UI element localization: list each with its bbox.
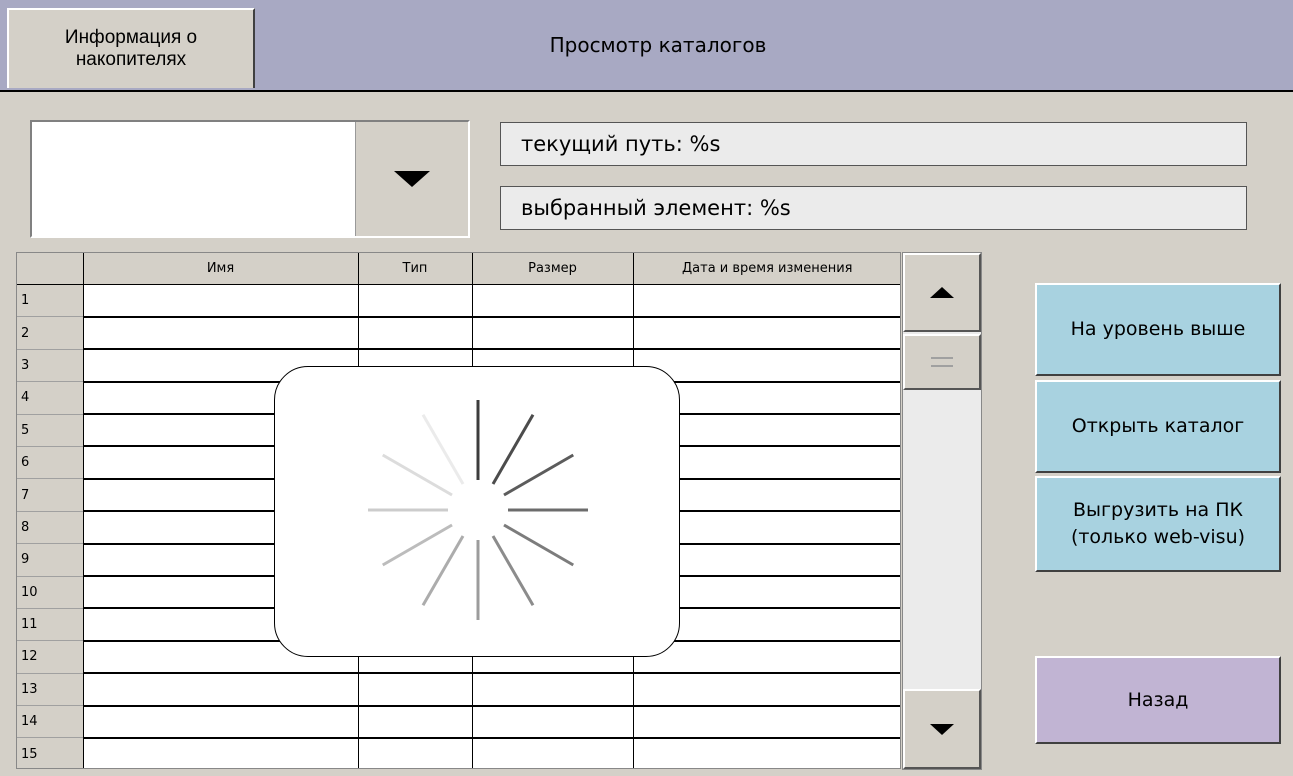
cell-size[interactable] bbox=[472, 316, 634, 351]
cell-size[interactable] bbox=[472, 284, 634, 318]
cell-type[interactable] bbox=[358, 705, 473, 739]
spinner-ray bbox=[503, 453, 575, 497]
scroll-up-button[interactable] bbox=[903, 253, 981, 332]
current-path-text: текущий путь: %s bbox=[521, 132, 721, 156]
cell-type[interactable] bbox=[358, 284, 473, 318]
upload-to-pc-button[interactable]: Выгрузить на ПК (только web-visu) bbox=[1035, 476, 1281, 572]
column-header-modified[interactable]: Дата и время изменения bbox=[633, 253, 900, 285]
page-title: Просмотр каталогов bbox=[549, 33, 767, 57]
row-number: 2 bbox=[17, 316, 84, 350]
row-number: 11 bbox=[17, 608, 84, 642]
scroll-thumb[interactable] bbox=[903, 334, 981, 390]
cell-type[interactable] bbox=[358, 316, 473, 351]
cell-name[interactable] bbox=[83, 673, 359, 707]
row-number: 6 bbox=[17, 446, 84, 480]
spinner-ray bbox=[491, 535, 535, 607]
row-number: 12 bbox=[17, 640, 84, 674]
row-number: 4 bbox=[17, 381, 84, 415]
level-up-button[interactable]: На уровень выше bbox=[1035, 283, 1281, 376]
spinner-ray bbox=[421, 413, 465, 485]
row-number: 15 bbox=[17, 737, 84, 768]
column-header-type[interactable]: Тип bbox=[358, 253, 473, 285]
row-number: 3 bbox=[17, 349, 84, 383]
cell-size[interactable] bbox=[472, 737, 634, 768]
cell-name[interactable] bbox=[83, 284, 359, 318]
cell-size[interactable] bbox=[472, 673, 634, 707]
table-scrollbar[interactable] bbox=[902, 252, 982, 770]
tab-drive-info[interactable]: Информация о накопителях bbox=[7, 8, 255, 88]
row-number: 8 bbox=[17, 511, 84, 545]
directory-combobox[interactable] bbox=[30, 120, 470, 238]
spinner-ray bbox=[381, 523, 453, 567]
row-number-header bbox=[17, 253, 84, 285]
row-number: 10 bbox=[17, 576, 84, 609]
cell-modified[interactable] bbox=[633, 737, 900, 768]
spinner-ray bbox=[503, 523, 575, 567]
selected-item-text: выбранный элемент: %s bbox=[521, 196, 791, 220]
spinner-ray bbox=[421, 535, 465, 607]
cell-type[interactable] bbox=[358, 673, 473, 707]
row-number: 1 bbox=[17, 284, 84, 318]
cell-modified[interactable] bbox=[633, 316, 900, 351]
cell-name[interactable] bbox=[83, 737, 359, 768]
row-number: 9 bbox=[17, 543, 84, 577]
column-header-size[interactable]: Размер bbox=[472, 253, 634, 285]
spinner-icon bbox=[368, 400, 588, 620]
selected-item-field: выбранный элемент: %s bbox=[500, 186, 1247, 230]
spinner-ray bbox=[381, 453, 453, 497]
triangle-down-icon bbox=[394, 171, 430, 187]
column-header-name[interactable]: Имя bbox=[83, 253, 359, 285]
grip-icon bbox=[931, 357, 953, 367]
table-row[interactable]: 15 bbox=[17, 737, 900, 768]
row-number: 13 bbox=[17, 673, 84, 707]
back-button[interactable]: Назад bbox=[1035, 656, 1281, 744]
combobox-dropdown-button[interactable] bbox=[355, 122, 468, 236]
row-number: 7 bbox=[17, 478, 84, 512]
triangle-down-icon bbox=[930, 723, 954, 735]
scroll-down-button[interactable] bbox=[903, 689, 981, 769]
row-number: 5 bbox=[17, 414, 84, 447]
cell-size[interactable] bbox=[472, 705, 634, 739]
cell-modified[interactable] bbox=[633, 673, 900, 707]
cell-name[interactable] bbox=[83, 705, 359, 739]
open-directory-button[interactable]: Открыть каталог bbox=[1035, 380, 1281, 473]
table-row[interactable]: 14 bbox=[17, 705, 900, 739]
row-number: 14 bbox=[17, 705, 84, 739]
table-row[interactable]: 13 bbox=[17, 673, 900, 707]
loading-overlay bbox=[274, 366, 680, 657]
current-path-field: текущий путь: %s bbox=[500, 122, 1247, 166]
cell-modified[interactable] bbox=[633, 705, 900, 739]
header-bar: Информация о накопителях Просмотр катало… bbox=[0, 0, 1293, 92]
cell-type[interactable] bbox=[358, 737, 473, 768]
spinner-ray bbox=[491, 413, 535, 485]
table-row[interactable]: 1 bbox=[17, 284, 900, 318]
table-row[interactable]: 2 bbox=[17, 316, 900, 351]
cell-name[interactable] bbox=[83, 316, 359, 351]
triangle-up-icon bbox=[930, 287, 954, 298]
cell-modified[interactable] bbox=[633, 284, 900, 318]
